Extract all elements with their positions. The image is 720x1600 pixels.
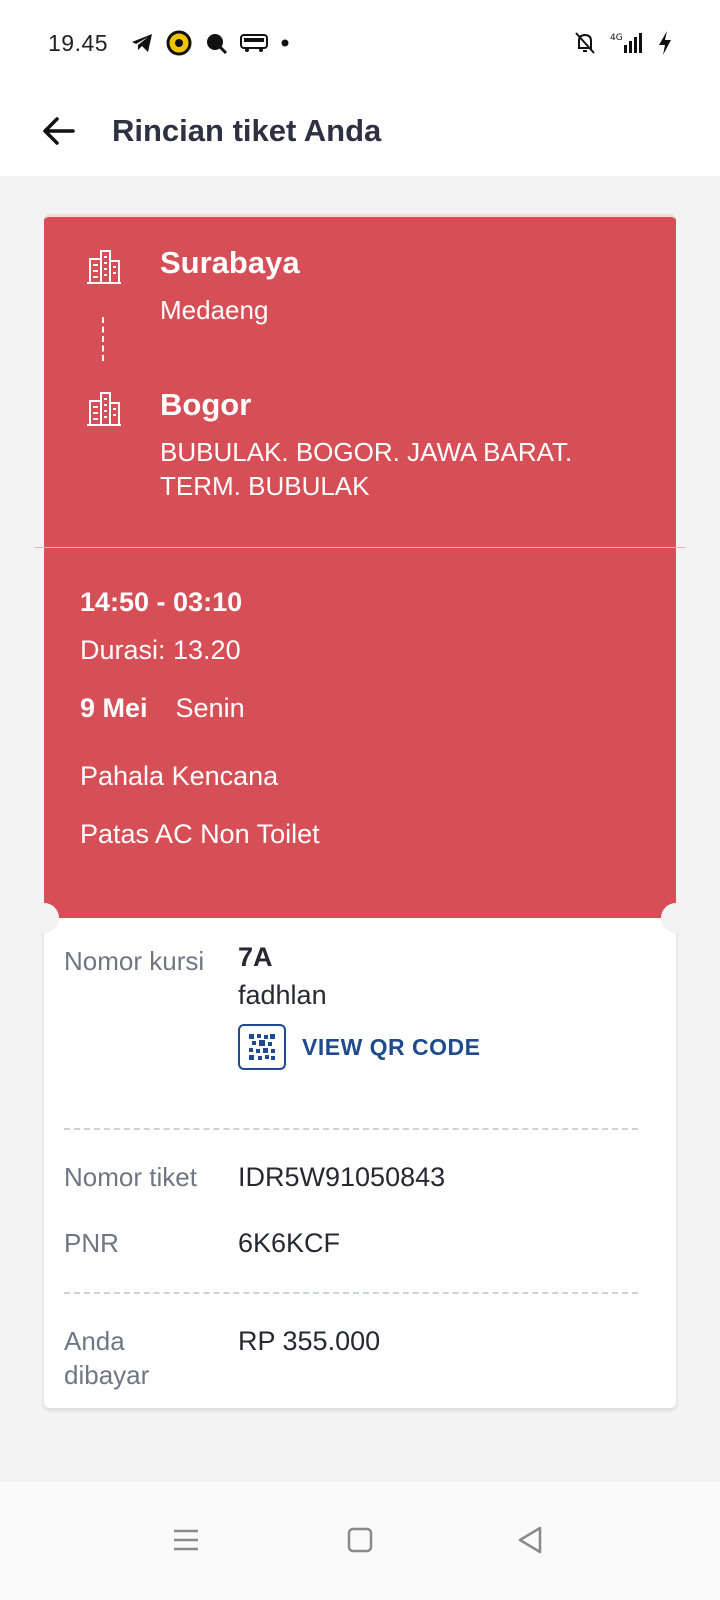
passenger-name: fadhlan [238,980,327,1010]
ticket-card: Surabaya Medaeng Bogor BUBULAK. BOGOR. J… [29,214,691,1408]
app-bar: Rincian tiket Anda [0,86,720,176]
header-divider [34,547,686,548]
trip-date-row: 9 Mei Senin [80,693,245,724]
status-right: 4G [574,30,672,56]
menu-lines-icon [174,1529,198,1551]
trip-weekday: Senin [175,693,245,723]
amount-paid: RP 355.000 [238,1326,381,1356]
origin-city: Surabaya [160,245,300,280]
seat-label: Nomor kursi [64,946,205,976]
destination-point: BUBULAK. BOGOR. JAWA BARAT. TERM. BUBULA… [160,437,573,501]
ticket-number-label: Nomor tiket [64,1162,197,1192]
charging-bolt-icon [658,30,672,56]
details-divider-2 [64,1292,638,1294]
bus-operator: Pahala Kencana [80,761,279,791]
trip-date: 9 Mei [80,693,148,723]
pnr-label: PNR [64,1228,119,1258]
system-back-button[interactable] [500,1510,560,1570]
search-app-icon [204,31,228,55]
signal-icon: 4G [610,31,644,55]
pnr-code: 6K6KCF [238,1228,341,1258]
status-time: 19.45 [48,29,109,56]
ticket-number: IDR5W91050843 [238,1162,446,1192]
view-qr-code-button[interactable]: VIEW QR CODE [238,1024,481,1070]
details-divider-1 [64,1128,638,1130]
ticket-details: Nomor kursi 7A fadhlan VIEW QR CODE Nomo… [29,903,691,1408]
arrow-left-icon [43,117,75,145]
mute-bell-icon [574,31,596,55]
view-qr-code-label: VIEW QR CODE [302,1033,481,1060]
trip-duration: Durasi: 13.20 [80,635,241,665]
telegram-icon [130,32,154,54]
system-nav-bar [0,1482,720,1600]
origin-point: Medaeng [160,295,269,325]
page-title: Rincian tiket Anda [112,113,382,148]
bus-app-icon [240,33,269,53]
ticket-header: Surabaya Medaeng Bogor BUBULAK. BOGOR. J… [34,214,686,918]
route-dotted-line [102,317,104,361]
triangle-back-icon [518,1526,542,1554]
seat-number: 7A [238,942,273,972]
network-type: 4G [610,33,623,43]
destination-city: Bogor [160,387,252,422]
back-button[interactable] [38,111,78,151]
more-notifications-dot-icon [280,38,290,48]
status-bar: 19.45 4G [0,0,720,86]
departure-arrival-time: 14:50 - 03:10 [80,587,243,617]
square-icon [347,1527,373,1553]
amount-paid-label: Anda dibayar [64,1326,150,1390]
recent-apps-button[interactable] [156,1510,216,1570]
home-button[interactable] [330,1510,390,1570]
ticket-notch-right [661,903,691,933]
status-left: 19.45 [48,30,290,57]
destination-city-icon [87,392,121,426]
ticket-notch-left [29,903,59,933]
app-logo-icon [166,30,192,56]
qr-code-icon [238,1024,286,1070]
route-section: Surabaya Medaeng Bogor BUBULAK. BOGOR. J… [44,217,676,547]
bus-class: Patas AC Non Toilet [80,819,320,849]
origin-city-icon [87,250,121,284]
